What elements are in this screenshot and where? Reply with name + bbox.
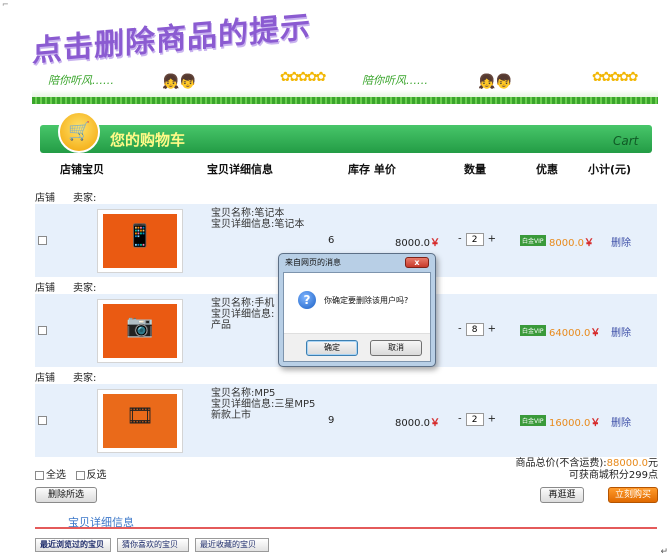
vip-badge: 白金VIP — [520, 415, 546, 426]
total-label: 商品总价(不含运费): — [515, 458, 607, 469]
sunflower-icon-2: ✿✿✿✿✿ — [592, 70, 638, 85]
mp5-product-icon: 🎞 — [126, 404, 154, 429]
invert-label[interactable]: 反选 — [87, 470, 107, 481]
column-header-shop-item: 店铺宝贝 — [60, 163, 104, 176]
page-title: 点击删除商品的提示 — [32, 9, 311, 70]
unit-price: 8000.0￥ — [395, 418, 440, 429]
tab-you-may-like[interactable]: 猜你喜欢的宝贝 — [117, 538, 189, 552]
dialog-footer: 确定 取消 — [284, 333, 430, 361]
return-mark-icon: ↵ — [660, 547, 668, 557]
product-info: 宝贝名称:MP5 宝贝详细信息:三星MP5新款上市 — [211, 388, 323, 421]
product-info: 宝贝名称:笔记本 宝贝详细信息:笔记本 — [211, 208, 323, 230]
stock-value: 6 — [328, 235, 335, 246]
column-header-discount: 优惠 — [536, 163, 558, 176]
shop-row: 店铺 卖家: — [35, 189, 96, 204]
camera-product-icon: 📷 — [126, 314, 154, 339]
delete-link[interactable]: 删除 — [611, 414, 631, 429]
qty-minus-button[interactable]: - — [458, 234, 462, 245]
continue-shopping-button[interactable]: 再逛逛 — [540, 487, 584, 503]
vip-badge: 白金VIP — [520, 235, 546, 246]
cart-item-row: 🎞 宝贝名称:MP5 宝贝详细信息:三星MP5新款上市 9 8000.0￥ -+… — [35, 383, 657, 457]
product-image[interactable]: 📱 — [97, 209, 183, 273]
dialog-body: ? 你确定要删除该用户吗? 确定 取消 — [283, 272, 431, 362]
vip-badge: 白金VIP — [520, 325, 546, 336]
points-text: 可获商城积分299点 — [568, 470, 658, 481]
item-checkbox[interactable] — [38, 236, 47, 245]
qty-plus-button[interactable]: + — [488, 234, 496, 245]
order-total: 商品总价(不含运费):88000.0元 可获商城积分299点 — [515, 458, 658, 482]
close-icon[interactable]: x — [405, 257, 429, 268]
product-detail: 宝贝详细信息:三星MP5新款上市 — [211, 399, 316, 421]
item-checkbox[interactable] — [38, 416, 47, 425]
subtotal-value: 16000.0￥ — [549, 418, 601, 429]
qty-minus-button[interactable]: - — [458, 324, 462, 335]
subtotal-value: 8000.0￥ — [549, 238, 594, 249]
banner-tagline: 陪你听风…… — [48, 74, 114, 87]
product-detail: 宝贝详细信息:笔记本 — [211, 219, 305, 230]
banner-tagline-2: 陪你听风…… — [362, 74, 428, 87]
qty-input[interactable] — [465, 233, 484, 246]
decorative-banner: 陪你听风…… 👧👦 ✿✿✿✿✿ 陪你听风…… 👧👦 ✿✿✿✿✿ — [32, 68, 658, 104]
total-value: 88000.0 — [606, 458, 648, 469]
quantity-stepper: -+ — [458, 323, 496, 336]
invert-checkbox[interactable] — [75, 470, 85, 480]
item-checkbox[interactable] — [38, 326, 47, 335]
selection-controls: 全选 反选 — [35, 466, 107, 481]
unit-price: 8000.0￥ — [395, 238, 440, 249]
tab-recent-favorites[interactable]: 最近收藏的宝贝 — [195, 538, 269, 552]
quantity-stepper: -+ — [458, 413, 496, 426]
select-all-checkbox[interactable] — [35, 470, 44, 480]
product-name: 宝贝名称:MP5 — [211, 388, 276, 399]
select-all-label[interactable]: 全选 — [46, 470, 66, 481]
kids-illustration-icon: 👧👦 — [162, 74, 197, 90]
product-image[interactable]: 📷 — [97, 299, 183, 363]
product-image[interactable]: 🎞 — [97, 389, 183, 453]
cancel-button[interactable]: 取消 — [370, 340, 422, 356]
cart-header-english: Cart — [613, 134, 639, 148]
product-name: 宝贝名称:笔记本 — [211, 208, 285, 219]
stock-value: 9 — [328, 415, 335, 426]
phone-product-icon: 📱 — [126, 224, 154, 249]
delete-link[interactable]: 删除 — [611, 324, 631, 339]
delete-selected-button[interactable]: 删除所选 — [35, 487, 97, 503]
dialog-message: 你确定要删除该用户吗? — [324, 296, 409, 305]
column-header-subtotal: 小计(元) — [588, 163, 632, 176]
yen-icon: ￥ — [430, 238, 440, 249]
qty-plus-button[interactable]: + — [488, 414, 496, 425]
question-icon: ? — [298, 291, 316, 309]
column-header-stock-price: 库存 单价 — [348, 163, 396, 176]
column-header-detail: 宝贝详细信息 — [207, 163, 273, 176]
column-header-quantity: 数量 — [464, 163, 486, 176]
ok-button[interactable]: 确定 — [306, 340, 358, 356]
quantity-stepper: -+ — [458, 233, 496, 246]
cart-header-label: 您的购物车 — [110, 131, 186, 149]
section-divider — [35, 527, 657, 529]
kids-illustration-icon-2: 👧👦 — [478, 74, 513, 90]
total-unit: 元 — [648, 458, 658, 469]
sunflower-icon: ✿✿✿✿✿ — [280, 70, 326, 85]
confirm-dialog: 来自网页的消息 x ? 你确定要删除该用户吗? 确定 取消 — [278, 253, 436, 367]
tab-recently-viewed[interactable]: 最近浏览过的宝贝 — [35, 538, 111, 552]
grass-strip — [32, 97, 658, 104]
subtotal-value: 64000.0￥ — [549, 328, 601, 339]
qty-minus-button[interactable]: - — [458, 414, 462, 425]
qty-plus-button[interactable]: + — [488, 324, 496, 335]
qty-input[interactable] — [465, 413, 484, 426]
delete-link[interactable]: 删除 — [611, 234, 631, 249]
corner-tick: ⌐ — [2, 0, 9, 9]
buy-now-button[interactable]: 立刻购买 — [608, 487, 658, 503]
shop-row: 店铺 卖家: — [35, 369, 96, 384]
qty-input[interactable] — [465, 323, 484, 336]
shop-row: 店铺 卖家: — [35, 279, 96, 294]
shopping-basket-icon: 🛒 — [58, 111, 100, 153]
